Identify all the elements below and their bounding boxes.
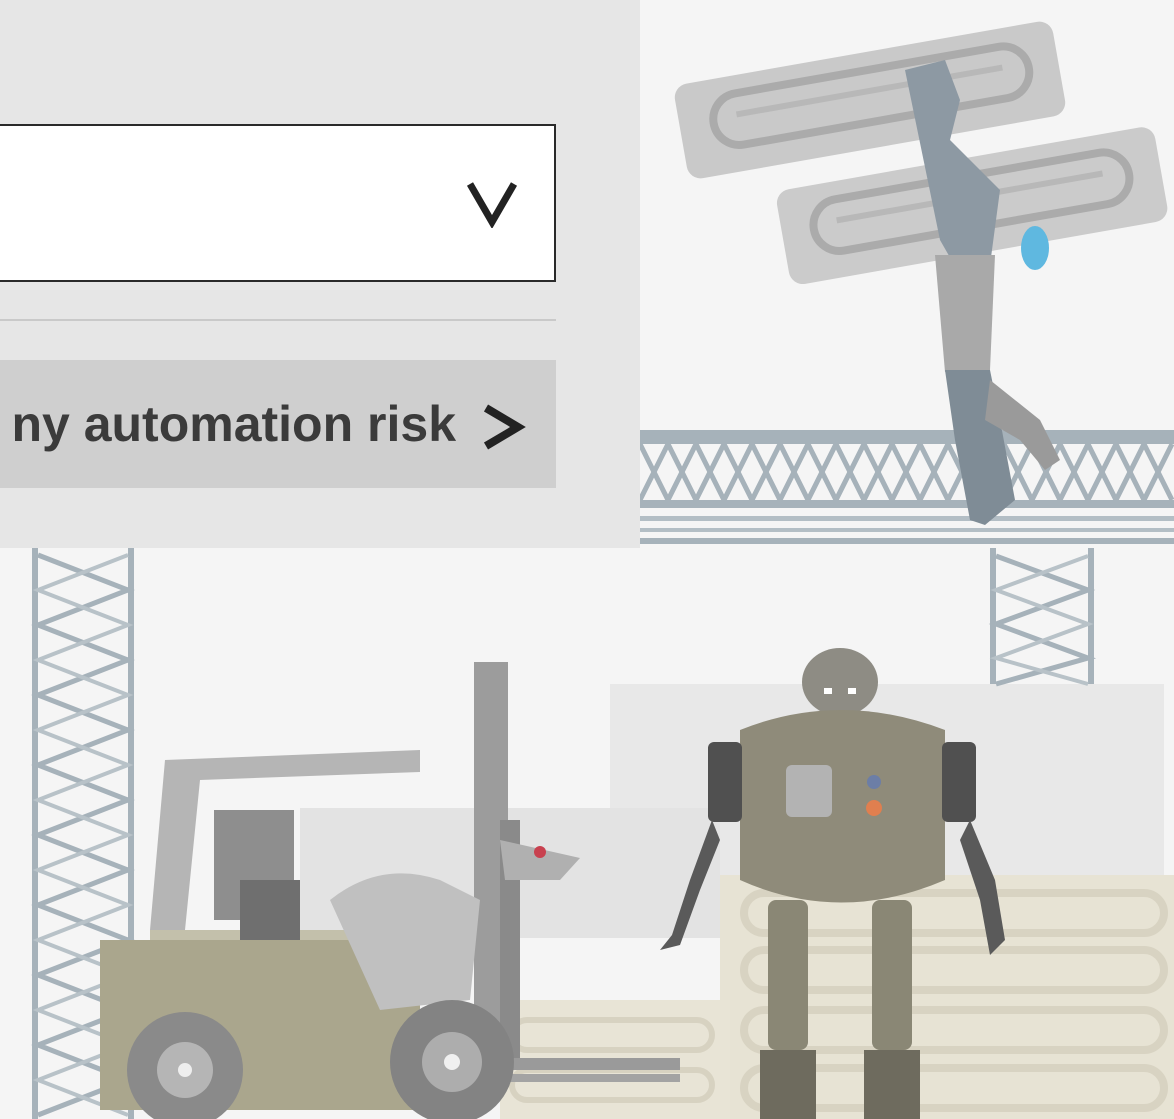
chevron-right-icon: [483, 404, 526, 450]
divider: [0, 319, 556, 321]
chevron-down-icon[interactable]: [466, 178, 518, 228]
show-automation-risk-button[interactable]: ny automation risk: [0, 360, 556, 488]
show-automation-risk-label: ny automation risk: [11, 396, 456, 452]
